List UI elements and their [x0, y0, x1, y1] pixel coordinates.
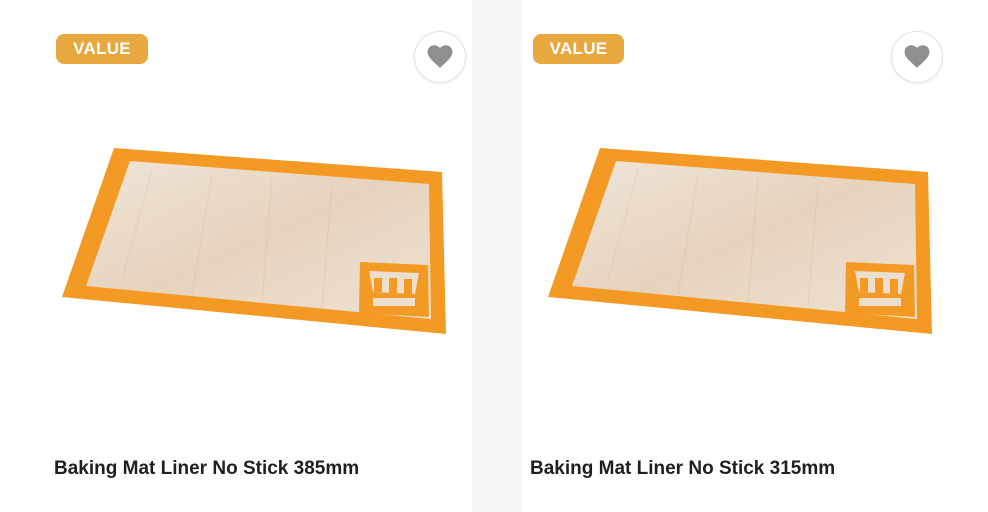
logo-icon	[845, 262, 915, 317]
wishlist-button[interactable]	[414, 31, 466, 83]
heart-icon	[904, 45, 930, 68]
baking-mat-image[interactable]	[538, 140, 938, 340]
product-card[interactable]: VALUE Baking Mat L	[522, 0, 988, 512]
grid-gutter	[472, 0, 522, 512]
logo-icon	[359, 262, 429, 317]
wishlist-button[interactable]	[891, 31, 943, 83]
value-badge: VALUE	[56, 34, 148, 64]
baking-mat-image[interactable]	[52, 140, 452, 340]
product-card[interactable]: VALUE Baking Mat L	[0, 0, 470, 512]
heart-icon	[427, 45, 453, 68]
product-title[interactable]: Baking Mat Liner No Stick 315mm	[530, 458, 835, 480]
product-title[interactable]: Baking Mat Liner No Stick 385mm	[54, 458, 359, 480]
value-badge: VALUE	[533, 34, 624, 64]
